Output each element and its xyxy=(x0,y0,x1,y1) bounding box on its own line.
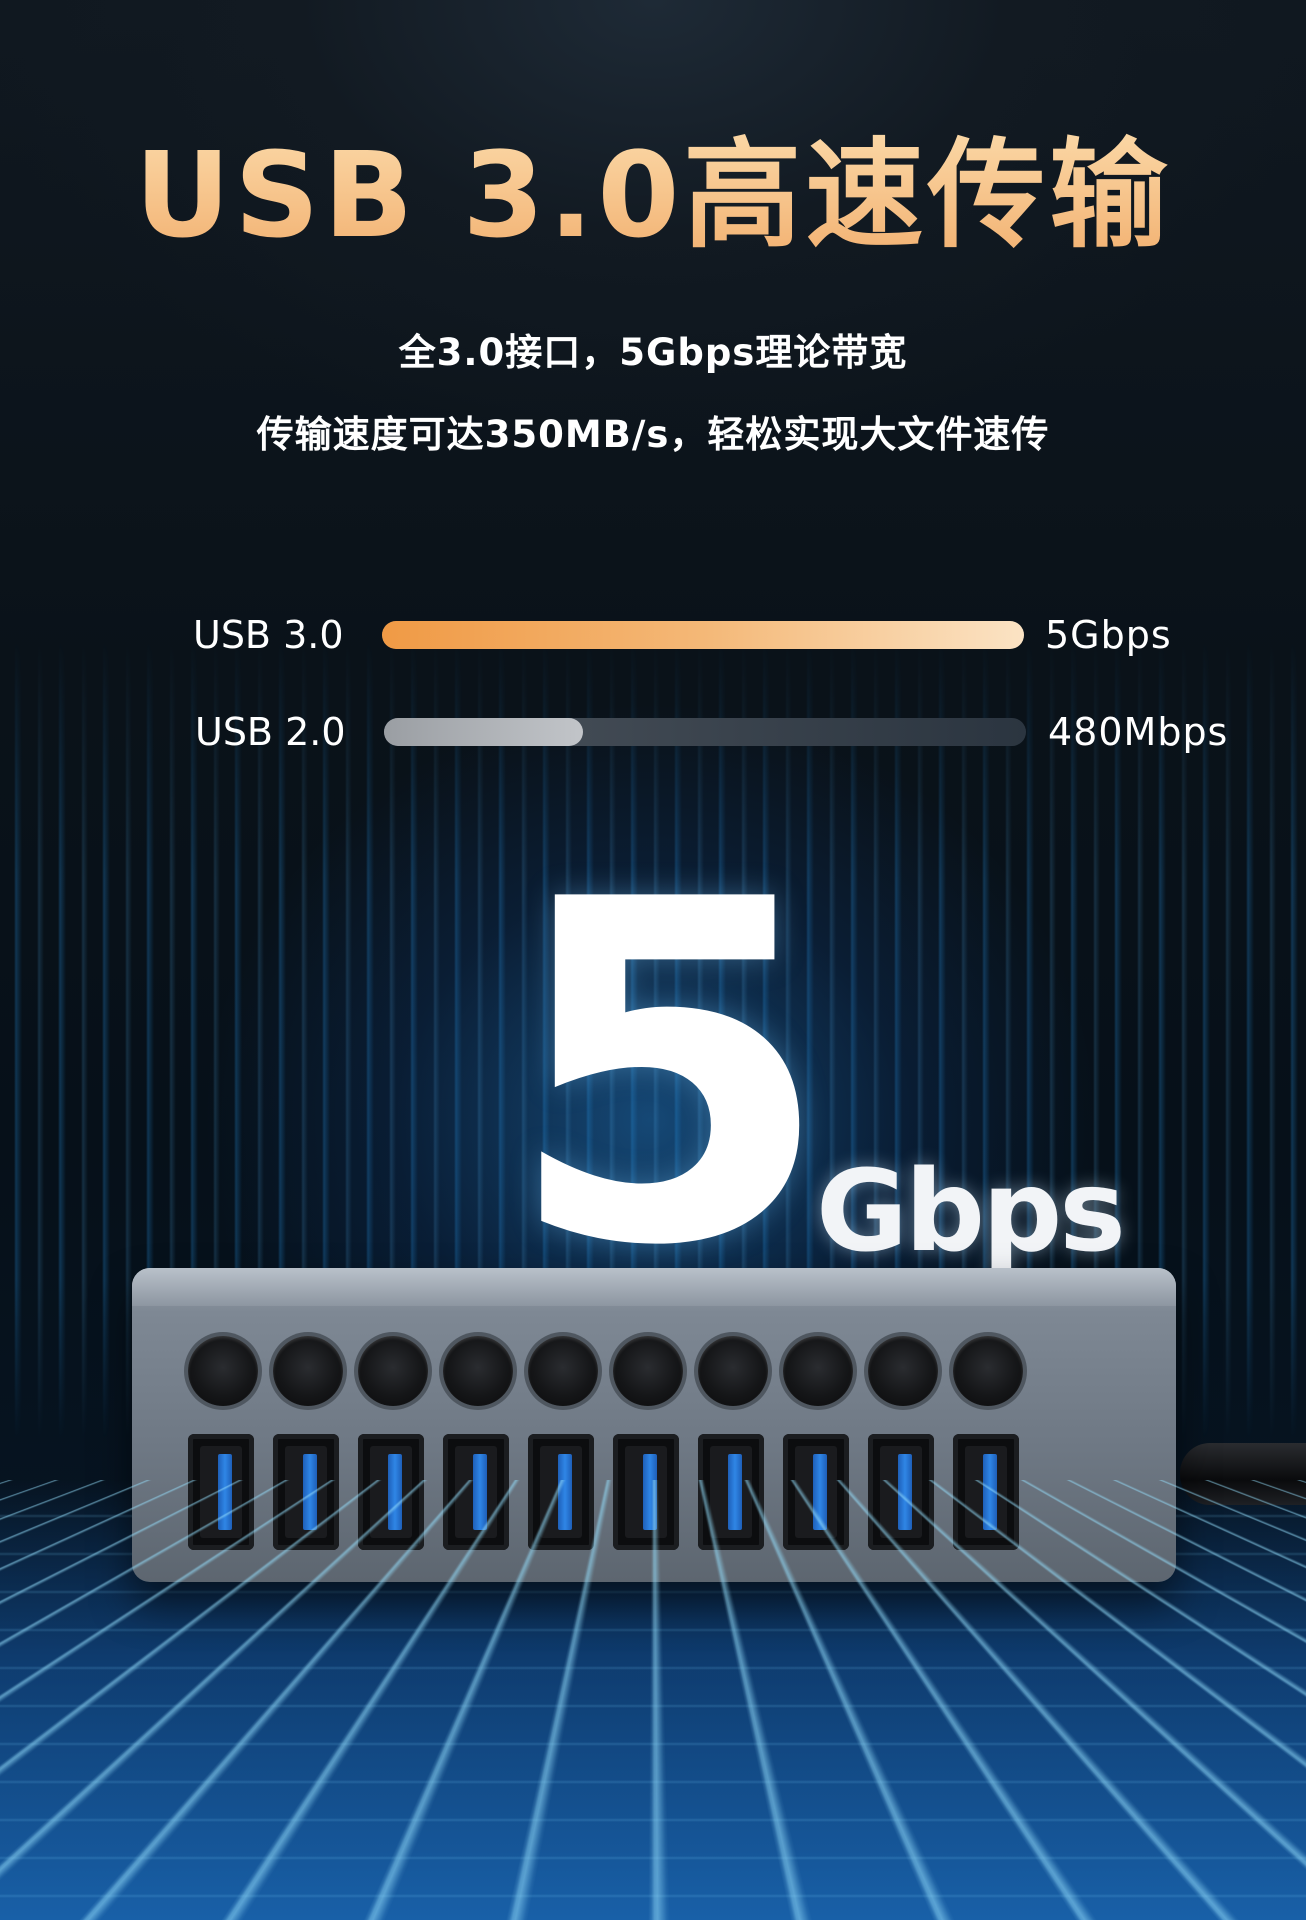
subtitle-line-2: 传输速度可达350MB/s，轻松实现大文件速传 xyxy=(0,404,1306,458)
hub-usb-ports xyxy=(188,1434,1108,1552)
usb-port-tongue xyxy=(218,1454,232,1530)
hub-power-button xyxy=(528,1336,598,1406)
usb-port-opening xyxy=(285,1446,327,1538)
hub-top-bevel xyxy=(132,1268,1176,1306)
hub-power-button xyxy=(868,1336,938,1406)
usb-port-tongue xyxy=(388,1454,402,1530)
usb-port-tongue xyxy=(303,1454,317,1530)
usb-port-tongue xyxy=(983,1454,997,1530)
usb-port-opening xyxy=(200,1446,242,1538)
hub-power-button xyxy=(698,1336,768,1406)
hub-power-button xyxy=(358,1336,428,1406)
hub-power-buttons xyxy=(188,1336,1108,1408)
speed-row-usb2: USB 2.0 480Mbps xyxy=(0,712,1306,752)
speed-track xyxy=(384,718,1026,746)
usb-port-tongue xyxy=(643,1454,657,1530)
usb-port xyxy=(273,1434,339,1550)
speed-label: USB 3.0 xyxy=(193,615,363,655)
usb-port-tongue xyxy=(813,1454,827,1530)
usb-port-opening xyxy=(540,1446,582,1538)
usb-port xyxy=(443,1434,509,1550)
speed-bar-usb2 xyxy=(384,718,583,746)
usb-port xyxy=(528,1434,594,1550)
usb-port-tongue xyxy=(473,1454,487,1530)
usb-port xyxy=(953,1434,1019,1550)
speed-value: 5Gbps xyxy=(1045,615,1172,655)
usb-port xyxy=(783,1434,849,1550)
usb-port xyxy=(188,1434,254,1550)
hero-number: 5 xyxy=(505,840,765,1310)
hub-power-button xyxy=(953,1336,1023,1406)
usb-port xyxy=(358,1434,424,1550)
hub-power-button xyxy=(783,1336,853,1406)
usb-port-opening xyxy=(880,1446,922,1538)
usb-port-opening xyxy=(710,1446,752,1538)
usb-port-opening xyxy=(795,1446,837,1538)
usb-port xyxy=(868,1434,934,1550)
usb-port xyxy=(613,1434,679,1550)
speed-label: USB 2.0 xyxy=(195,712,365,752)
speed-track xyxy=(382,621,1024,649)
usb-cable xyxy=(1180,1443,1306,1505)
hub-power-button xyxy=(273,1336,343,1406)
subtitle-line-1: 全3.0接口，5Gbps理论带宽 xyxy=(0,322,1306,376)
usb-hub-product xyxy=(132,1268,1176,1582)
hub-power-button xyxy=(613,1336,683,1406)
usb-port xyxy=(698,1434,764,1550)
speed-row-usb3: USB 3.0 5Gbps xyxy=(0,615,1306,655)
usb-port-opening xyxy=(455,1446,497,1538)
speed-value: 480Mbps xyxy=(1048,712,1228,752)
usb-port-opening xyxy=(965,1446,1007,1538)
usb-port-tongue xyxy=(728,1454,742,1530)
usb-port-tongue xyxy=(898,1454,912,1530)
hero-unit: Gbps xyxy=(816,1152,1123,1272)
page-title: USB 3.0高速传输 xyxy=(0,125,1306,265)
speed-bar-usb3 xyxy=(382,621,1024,649)
usb-port-opening xyxy=(625,1446,667,1538)
hub-power-button xyxy=(188,1336,258,1406)
usb-port-opening xyxy=(370,1446,412,1538)
hub-power-button xyxy=(443,1336,513,1406)
usb-port-tongue xyxy=(558,1454,572,1530)
